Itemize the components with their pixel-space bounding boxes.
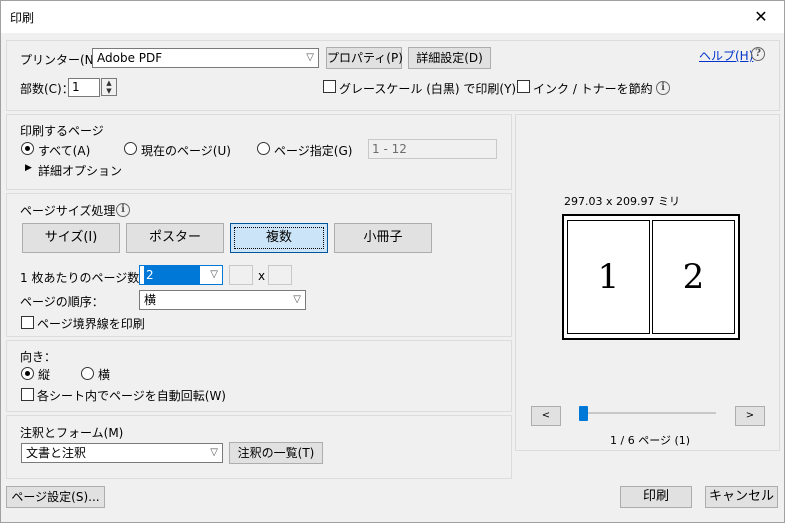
all-pages-label: すべて(A) [38,144,91,158]
multiple-button[interactable]: 複数 [230,223,328,253]
copies-stepper[interactable]: ▲ ▼ [101,78,117,96]
preview-page-1: 1 [567,220,650,334]
help-link[interactable]: ヘルプ(H) [699,47,753,64]
portrait-label: 縦 [38,368,51,382]
current-page-radio[interactable] [124,142,137,155]
expand-arrow-icon[interactable]: ▶ [25,163,32,173]
custom-rows-input[interactable] [268,265,292,285]
next-page-button[interactable]: > [735,406,765,426]
page-slider-track[interactable] [579,412,716,414]
window-title: 印刷 [10,11,35,25]
page-range-input[interactable]: 1 - 12 [368,139,497,159]
save-ink-label: インク / トナーを節約 [533,82,653,96]
comments-forms-select[interactable]: 文書と注釈 ▽ [21,443,223,463]
print-border-label: ページ境界線を印刷 [37,317,145,331]
save-ink-info-icon[interactable]: i [656,81,670,95]
poster-button[interactable]: ポスター [126,223,224,253]
spin-up-icon[interactable]: ▲ [102,79,116,87]
copies-value: 1 [72,80,80,94]
landscape-radio[interactable] [81,367,94,380]
title-bar: 印刷 ✕ [1,1,784,33]
booklet-button[interactable]: 小冊子 [334,223,432,253]
grayscale-label: グレースケール (白黒) で印刷(Y) [339,82,517,96]
landscape-label: 横 [98,368,111,382]
prev-page-button[interactable]: < [531,406,561,426]
copies-input[interactable]: 1 [68,78,100,97]
pages-to-print-heading: 印刷するページ [20,124,104,138]
cancel-button[interactable]: キャンセル [705,486,778,508]
page-sizing-info-icon[interactable]: i [116,203,130,217]
chevron-down-icon: ▽ [293,294,301,305]
page-order-value: 横 [144,293,157,307]
auto-rotate-checkbox[interactable] [21,388,34,401]
print-button[interactable]: 印刷 [620,486,692,508]
comments-forms-heading: 注釈とフォーム(M) [20,426,124,440]
help-info-icon[interactable]: ? [751,47,765,61]
page-range-label: ページ指定(G) [274,144,353,158]
x-label: x [258,269,266,283]
pages-per-sheet-label: 1 枚あたりのページ数： [20,271,152,285]
page-order-select[interactable]: 横 ▽ [139,290,306,310]
custom-columns-input[interactable] [229,265,253,285]
chevron-down-icon: ▽ [210,447,218,458]
properties-button[interactable]: プロパティ(P) [326,47,403,69]
more-options-toggle[interactable]: 詳細オプション [38,162,122,179]
paper-dimensions: 297.03 x 209.97 ミリ [564,195,680,208]
preview-sheet: 1 2 [562,214,740,340]
printer-select[interactable]: Adobe PDF ▽ [92,48,319,68]
advanced-button[interactable]: 詳細設定(D) [408,47,491,69]
page-status: 1 / 6 ページ (1) [610,434,691,447]
preview-page-2: 2 [652,220,735,334]
page-setup-button[interactable]: ページ設定(S)... [6,486,105,508]
spin-down-icon[interactable]: ▼ [102,87,116,95]
grayscale-checkbox[interactable] [323,80,336,93]
auto-rotate-label: 各シート内でページを自動回転(W) [37,389,226,403]
page-sizing-heading: ページサイズ処理 [20,204,116,218]
pages-per-sheet-select[interactable]: 2 ▽ [139,265,223,285]
portrait-radio[interactable] [21,367,34,380]
chevron-down-icon: ▽ [210,269,218,280]
page-range-radio[interactable] [257,142,270,155]
close-icon[interactable]: ✕ [738,1,784,33]
orientation-heading: 向き： [20,350,57,364]
all-pages-radio[interactable] [21,142,34,155]
print-dialog: 印刷 ✕ プリンター(N)： Adobe PDF ▽ プロパティ(P) 詳細設定… [0,0,785,523]
page-range-value: 1 - 12 [372,142,407,156]
copies-label: 部数(C)： [20,82,74,96]
printer-selected-value: Adobe PDF [97,51,163,65]
comments-forms-value: 文書と注釈 [26,446,87,460]
size-button[interactable]: サイズ(I) [22,223,120,253]
pages-per-sheet-value: 2 [144,266,200,284]
print-border-checkbox[interactable] [21,316,34,329]
page-order-label: ページの順序： [20,295,104,309]
current-page-label: 現在のページ(U) [141,144,231,158]
page-slider-thumb[interactable] [579,406,588,421]
save-ink-checkbox[interactable] [517,80,530,93]
chevron-down-icon: ▽ [306,52,314,63]
summarize-comments-button[interactable]: 注釈の一覧(T) [229,442,323,464]
